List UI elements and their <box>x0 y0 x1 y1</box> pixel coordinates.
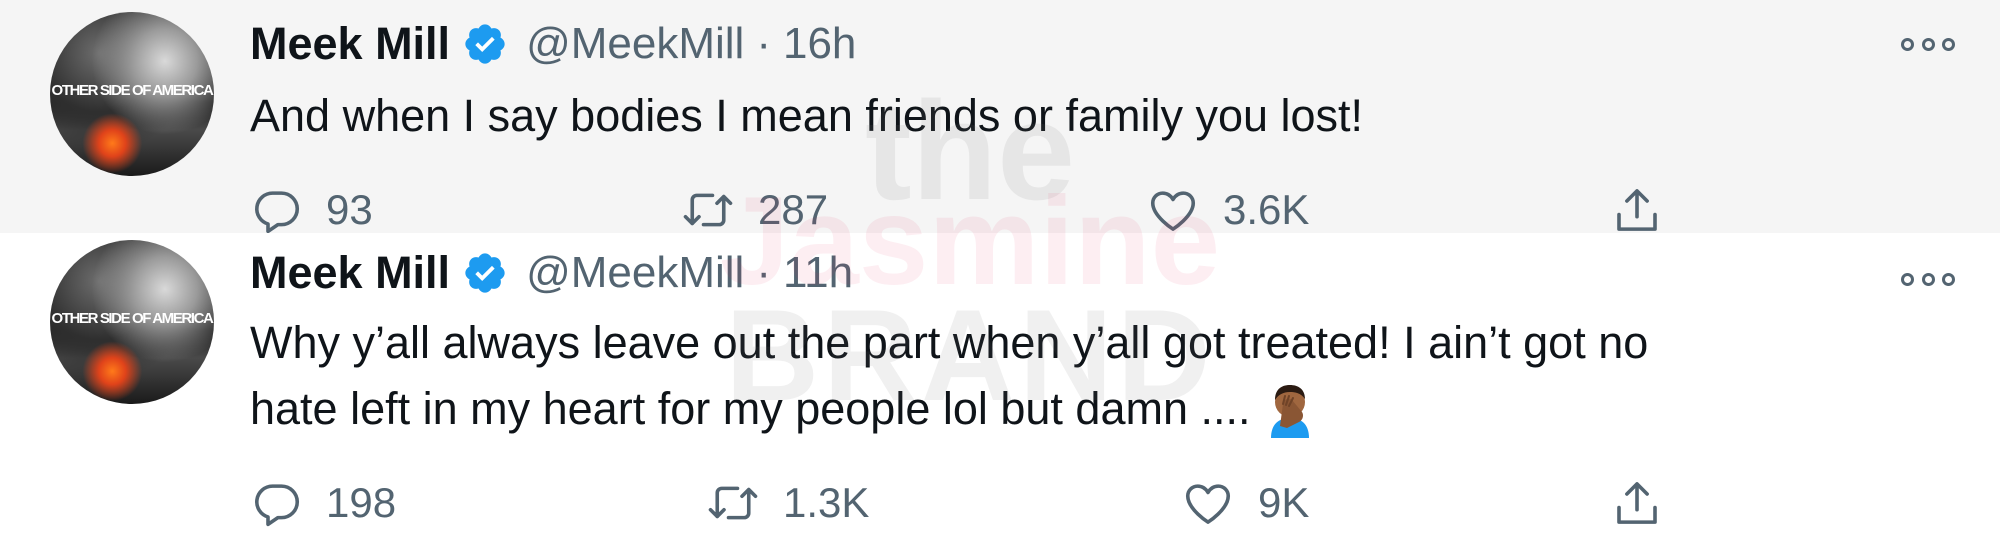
tweet-timestamp[interactable]: 11h <box>783 248 853 298</box>
avatar-album-text: OTHER SIDE OF AMERICA <box>51 82 214 99</box>
retweet-button[interactable]: 1.3K <box>705 473 869 533</box>
author-handle[interactable]: @MeekMill <box>526 248 744 298</box>
verified-badge-icon <box>465 253 505 293</box>
like-button[interactable]: 3.6K <box>1145 180 1309 240</box>
retweet-button[interactable]: 287 <box>680 180 828 240</box>
tweet-actions: 93 287 3.6K <box>250 180 1700 240</box>
man-facepalming-emoji <box>1270 385 1309 438</box>
like-button[interactable]: 9K <box>1180 473 1309 533</box>
retweet-count: 1.3K <box>783 479 870 526</box>
tweet-actions: 198 1.3K 9K <box>250 473 1700 533</box>
retweet-count: 287 <box>758 186 829 233</box>
tweet-text: Why y’all always leave out the part when… <box>250 310 1648 442</box>
more-options-icon[interactable] <box>1901 269 1955 289</box>
tweet-text-line: hate left in my heart for my people lol … <box>250 383 1251 434</box>
share-button[interactable] <box>1610 473 1664 533</box>
avatar[interactable]: OTHER SIDE OF AMERICA <box>50 240 214 404</box>
author-name[interactable]: Meek Mill <box>250 247 450 299</box>
reply-icon <box>255 484 299 527</box>
tweet-header: Meek Mill @MeekMill · 11h <box>250 245 853 301</box>
reply-button[interactable]: 198 <box>250 473 396 533</box>
tweet[interactable]: OTHER SIDE OF AMERICA Meek Mill @MeekMil… <box>0 233 2000 533</box>
separator-dot: · <box>756 19 771 68</box>
share-icon <box>1617 482 1657 524</box>
like-count: 9K <box>1258 479 1310 526</box>
tweet-text: And when I say bodies I mean friends or … <box>250 83 1363 149</box>
separator-dot: · <box>756 248 771 297</box>
like-count: 3.6K <box>1223 186 1310 233</box>
author-name[interactable]: Meek Mill <box>250 18 450 70</box>
tweet-text-line: Why y’all always leave out the part when… <box>250 317 1649 368</box>
reply-icon <box>255 191 299 234</box>
tweet-text-line: And when I say bodies I mean friends or … <box>250 90 1364 141</box>
like-icon <box>1150 191 1196 231</box>
reply-count: 198 <box>326 479 397 526</box>
retweet-icon <box>708 486 758 520</box>
reply-count: 93 <box>326 186 373 233</box>
share-icon <box>1617 189 1657 231</box>
retweet-icon <box>683 193 733 227</box>
avatar[interactable]: OTHER SIDE OF AMERICA <box>50 12 214 176</box>
like-icon <box>1185 484 1231 524</box>
more-options-icon[interactable] <box>1901 34 1955 54</box>
tweet-text-line-with-emoji: hate left in my heart for my people lol … <box>250 376 1648 442</box>
tweet[interactable]: OTHER SIDE OF AMERICA Meek Mill @MeekMil… <box>0 0 2000 234</box>
reply-button[interactable]: 93 <box>250 180 373 240</box>
share-button[interactable] <box>1610 180 1664 240</box>
author-handle[interactable]: @MeekMill <box>526 19 744 69</box>
tweet-timestamp[interactable]: 16h <box>783 19 856 69</box>
verified-badge-icon <box>465 24 505 64</box>
tweet-header: Meek Mill @MeekMill · 16h <box>250 16 856 72</box>
avatar-album-text: OTHER SIDE OF AMERICA <box>51 310 214 327</box>
